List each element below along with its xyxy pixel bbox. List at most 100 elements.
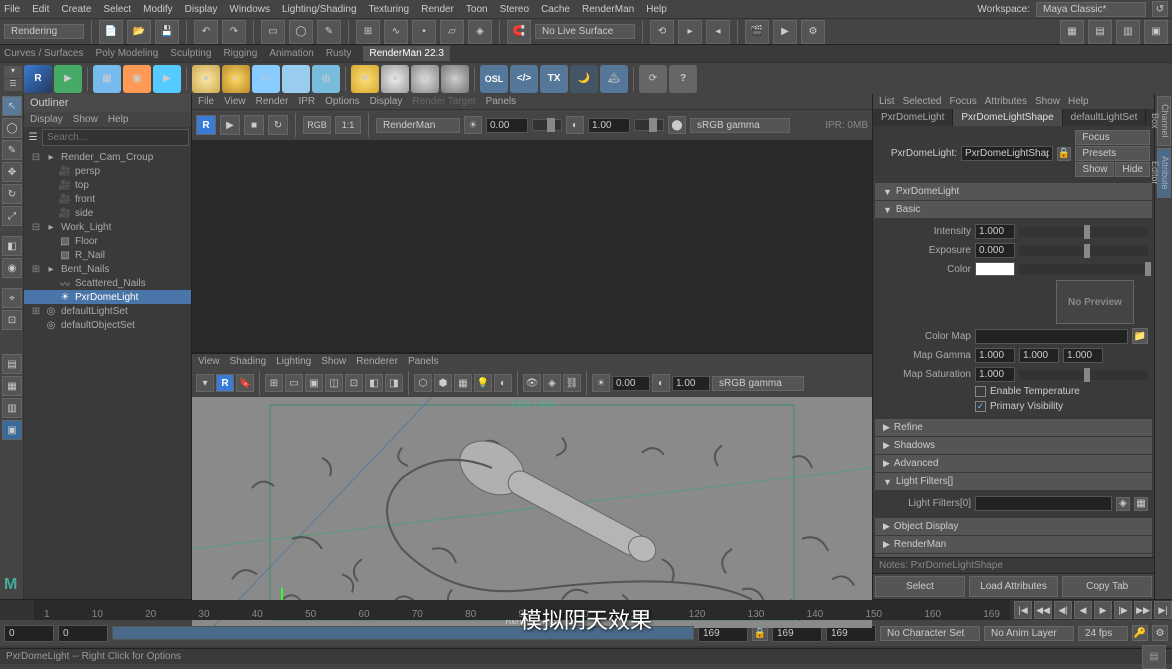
ae-load-button[interactable]: Load Attributes <box>969 576 1059 597</box>
outliner-help-menu[interactable]: Help <box>108 114 129 125</box>
exposure-field[interactable] <box>975 243 1015 258</box>
layout2-icon[interactable]: ▦ <box>2 376 22 396</box>
ae-section-object-display[interactable]: ▶Object Display <box>875 518 1152 535</box>
vp-bookmark-icon[interactable]: 🔖 <box>236 374 254 392</box>
color-slider[interactable] <box>1019 264 1148 274</box>
attribute-editor-tab[interactable]: Attribute Editor <box>1157 148 1171 198</box>
live-surface-dropdown[interactable]: No Live Surface <box>535 24 635 39</box>
vp-camera-select-icon[interactable]: ▾ <box>196 374 214 392</box>
ae-tab-transform[interactable]: PxrDomeLight <box>873 109 953 126</box>
move-tool-icon[interactable]: ✥ <box>2 162 22 182</box>
color-map-field[interactable] <box>975 329 1128 344</box>
shelf-tab-curves[interactable]: Curves / Surfaces <box>4 48 83 59</box>
rv-exposure-field[interactable] <box>486 118 528 133</box>
lasso-tool-icon[interactable]: ◯ <box>2 118 22 138</box>
moon-icon[interactable]: 🌙 <box>570 65 598 93</box>
outliner-item-persp[interactable]: 🎥persp <box>24 164 191 178</box>
snap-icon[interactable]: ⊡ <box>2 310 22 330</box>
rv-rgb-button[interactable]: RGB <box>303 116 331 134</box>
select-tool-icon[interactable]: ↖ <box>2 96 22 116</box>
range-start-field[interactable] <box>58 625 108 642</box>
menu-windows[interactable]: Windows <box>229 4 270 15</box>
save-scene-icon[interactable]: 💾 <box>155 20 179 44</box>
rv-gamma-icon[interactable]: ◐ <box>566 116 584 134</box>
viewport-canvas[interactable]: 1920 x 800 Render_Cam <box>192 397 872 628</box>
ae-select-button[interactable]: Select <box>875 576 965 597</box>
renderman-r-icon[interactable]: R <box>24 65 52 93</box>
menu-select[interactable]: Select <box>103 4 131 15</box>
shelf-tab-animation[interactable]: Animation <box>269 48 313 59</box>
vp-gamma-field[interactable] <box>672 376 710 391</box>
shelf-tab-poly[interactable]: Poly Modeling <box>95 48 158 59</box>
snap-plane-icon[interactable]: ▱ <box>440 20 464 44</box>
map-gamma-b-field[interactable] <box>1063 348 1103 363</box>
outliner-item-scattered-nails[interactable]: 〰Scattered_Nails <box>24 276 191 290</box>
vp-lighting-menu[interactable]: Lighting <box>276 356 311 367</box>
rv-stop-icon[interactable]: ■ <box>244 115 264 135</box>
ipr-render-icon[interactable]: ▶ <box>773 20 797 44</box>
outliner-search-input[interactable] <box>42 129 189 146</box>
env-light-icon[interactable]: ◍ <box>312 65 340 93</box>
ae-section-light-filters[interactable]: ▼Light Filters[] <box>875 473 1152 490</box>
ae-copy-tab-button[interactable]: Copy Tab <box>1062 576 1152 597</box>
menu-cache[interactable]: Cache <box>541 4 570 15</box>
primary-visibility-checkbox[interactable] <box>975 401 986 412</box>
time-slider[interactable]: M 11020304050607080901001101201301401501… <box>0 600 1172 620</box>
rv-options-menu[interactable]: Options <box>325 96 359 107</box>
ae-attributes-menu[interactable]: Attributes <box>985 96 1027 107</box>
map-saturation-field[interactable] <box>975 367 1015 382</box>
time-ruler[interactable]: 1102030405060708090100110120130140150160… <box>34 600 1010 620</box>
map-gamma-g-field[interactable] <box>1019 348 1059 363</box>
range-slider[interactable] <box>112 626 694 640</box>
ae-help-menu[interactable]: Help <box>1068 96 1089 107</box>
scale-tool-icon[interactable]: ⤢ <box>2 206 22 226</box>
rv-exposure-slider[interactable] <box>532 119 562 131</box>
light-filters0-field[interactable] <box>975 496 1112 511</box>
soft-select-icon[interactable]: ◉ <box>2 258 22 278</box>
render-frame-icon[interactable]: 🎬 <box>745 20 769 44</box>
vp-wireframe-icon[interactable]: ⬡ <box>414 374 432 392</box>
intensity-field[interactable] <box>975 224 1015 239</box>
autokey-icon[interactable]: 🔑 <box>1132 625 1148 641</box>
ae-selected-menu[interactable]: Selected <box>903 96 942 107</box>
step-fwd-icon[interactable]: ▶▶ <box>1134 601 1152 619</box>
tx-icon[interactable]: TX <box>540 65 568 93</box>
filter-icon[interactable]: ☰ <box>26 132 40 143</box>
play-fwd-icon[interactable]: ▶ <box>1094 601 1112 619</box>
shelf-toggle-icon[interactable]: ▾ <box>4 66 22 78</box>
rv-res-button[interactable]: 1:1 <box>335 116 361 134</box>
diagnostics-icon[interactable]: ⟳ <box>639 65 667 93</box>
rv-gamma-slider[interactable] <box>634 119 664 131</box>
outliner-item-bent-nails[interactable]: ⊞▸Bent_Nails <box>24 262 191 276</box>
vp-colorspace-dropdown[interactable]: sRGB gamma <box>712 376 804 391</box>
character-set-dropdown[interactable]: No Character Set <box>880 626 980 641</box>
rv-display-menu[interactable]: Display <box>370 96 403 107</box>
live-surface-icon[interactable]: 🧲 <box>507 20 531 44</box>
ae-focus-button[interactable]: Focus <box>1075 130 1150 145</box>
go-end-icon[interactable]: ▶| <box>1154 601 1172 619</box>
menu-texturing[interactable]: Texturing <box>369 4 410 15</box>
material-ball-icon[interactable]: ● <box>381 65 409 93</box>
material-ball2-icon[interactable]: ● <box>411 65 439 93</box>
help-icon[interactable]: ? <box>669 65 697 93</box>
ae-show-menu[interactable]: Show <box>1035 96 1060 107</box>
rv-view-menu[interactable]: View <box>224 96 246 107</box>
vp-isolate-icon[interactable]: 👁 <box>523 374 541 392</box>
rv-panels-menu[interactable]: Panels <box>486 96 517 107</box>
snap-curve-icon[interactable]: ∿ <box>384 20 408 44</box>
undo-icon[interactable]: ↶ <box>194 20 218 44</box>
menu-renderman[interactable]: RenderMan <box>582 4 634 15</box>
vp-field-chart-icon[interactable]: ⊡ <box>345 374 363 392</box>
map-saturation-slider[interactable] <box>1019 370 1148 380</box>
rv-colormgmt-icon[interactable]: ⬤ <box>668 116 686 134</box>
dome-light-icon[interactable]: ◐ <box>222 65 250 93</box>
shelf-tab-sculpting[interactable]: Sculpting <box>170 48 211 59</box>
ae-section-shadows[interactable]: ▶Shadows <box>875 437 1152 454</box>
symmetry-icon[interactable]: ⌖ <box>2 288 22 308</box>
menu-toon[interactable]: Toon <box>466 4 488 15</box>
vp-exposure-icon[interactable]: ☀ <box>592 374 610 392</box>
rv-ipr-menu[interactable]: IPR <box>298 96 315 107</box>
rv-colorspace-dropdown[interactable]: sRGB gamma <box>690 118 790 133</box>
paint-select-icon[interactable]: ✎ <box>317 20 341 44</box>
vp-exposure-field[interactable] <box>612 376 650 391</box>
